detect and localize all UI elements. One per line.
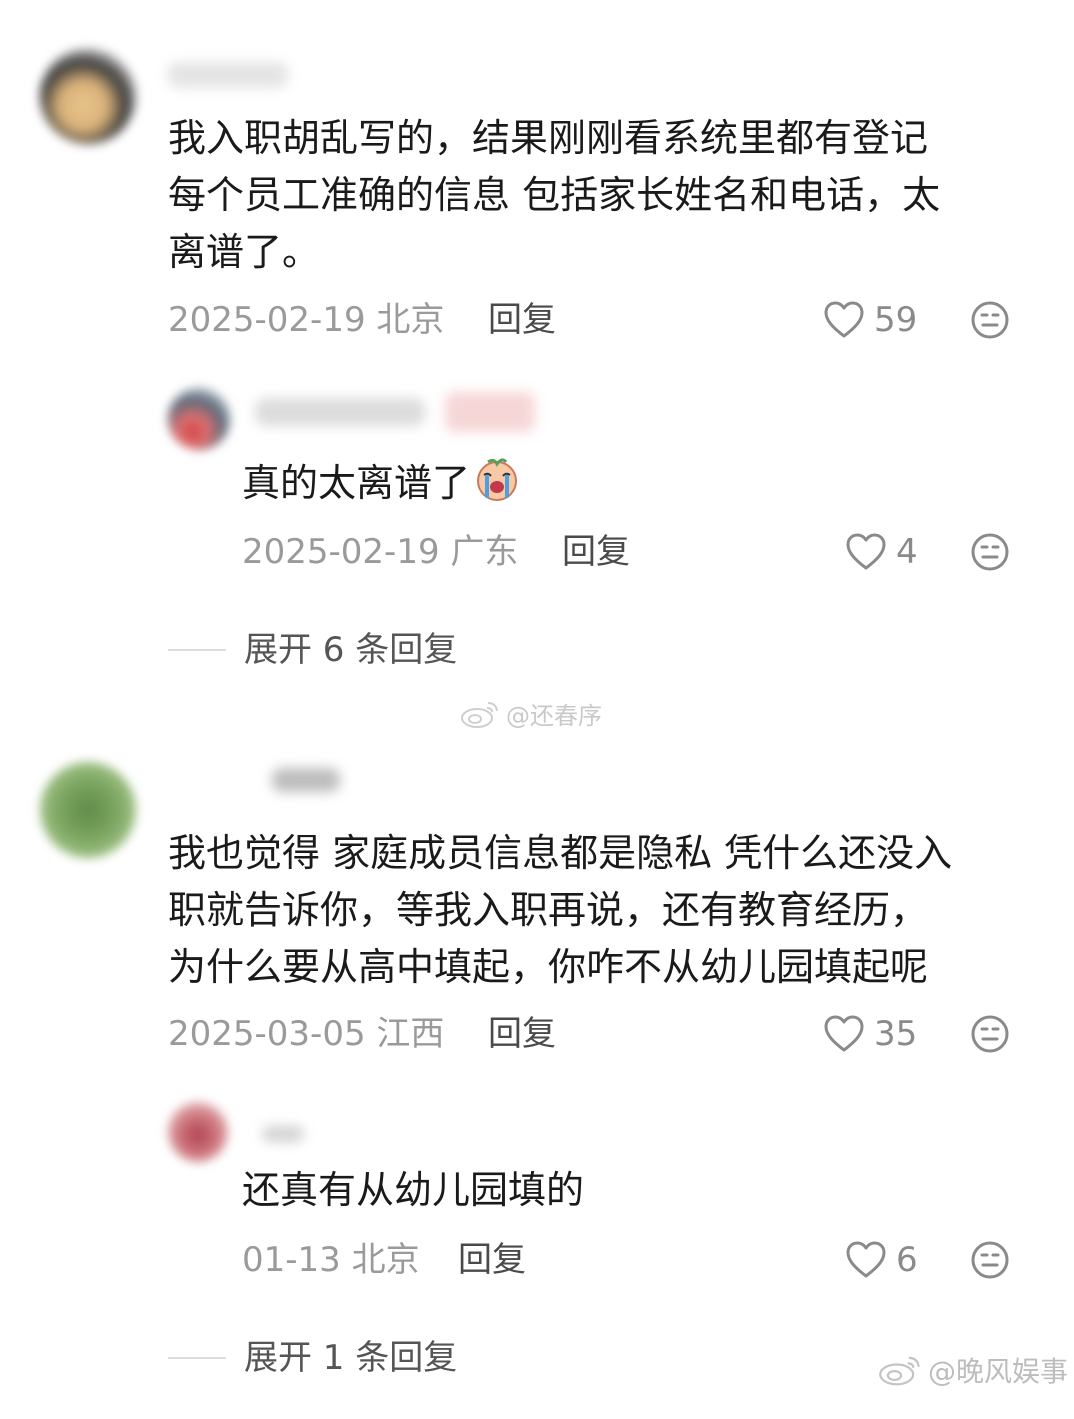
like-button[interactable]: 35 (822, 1012, 917, 1056)
reply-button[interactable]: 回复 (488, 300, 556, 340)
reply-text: 真的太离谱了 (242, 455, 520, 512)
crying-face-icon (477, 458, 518, 501)
like-count: 4 (896, 532, 918, 572)
watermark-text: @还春序 (506, 702, 602, 730)
comment-location: 江西 (376, 1014, 445, 1054)
reply-location: 广东 (450, 532, 519, 572)
like-count: 35 (874, 1014, 918, 1054)
watermark: @还春序 (460, 696, 602, 731)
weibo-logo-icon (879, 1356, 920, 1386)
comment-text-line: 我也觉得 家庭成员信息都是隐私 凭什么还没入 (168, 831, 953, 875)
reply-text: 还真有从幼儿园填的 (242, 1168, 585, 1212)
heart-icon (824, 1015, 864, 1052)
reply-meta: 01-13 北京 (242, 1240, 420, 1280)
reply-location: 北京 (351, 1240, 420, 1280)
dislike-icon[interactable] (970, 1240, 1010, 1280)
username[interactable] (168, 62, 288, 88)
dislike-icon[interactable] (970, 532, 1010, 572)
comment-text-line: 离谱了。 (168, 230, 321, 274)
heart-icon (824, 301, 864, 338)
dislike-icon[interactable] (970, 300, 1010, 340)
username[interactable] (255, 398, 425, 426)
avatar[interactable] (168, 388, 230, 450)
reply-meta: 2025-02-19 广东 (242, 532, 518, 572)
comment-meta: 2025-03-05 江西 (168, 1014, 444, 1054)
divider (168, 1357, 226, 1359)
like-button[interactable]: 6 (844, 1238, 918, 1282)
watermark: @晚风娱事 (878, 1350, 1068, 1390)
username[interactable] (262, 1126, 304, 1142)
comment-meta: 2025-02-19 北京 (168, 300, 444, 340)
user-badge (445, 392, 535, 432)
username[interactable] (272, 768, 340, 792)
comment-date: 2025-03-05 (168, 1014, 366, 1054)
weibo-logo-icon (461, 701, 498, 728)
expand-replies-label: 展开 1 条回复 (244, 1338, 458, 1378)
reply-date: 2025-02-19 (242, 532, 440, 572)
comment-text-line: 每个员工准确的信息 包括家长姓名和电话，太 (168, 173, 941, 217)
reply-button[interactable]: 回复 (562, 532, 630, 572)
avatar[interactable] (168, 1102, 228, 1162)
avatar[interactable] (40, 48, 136, 144)
reply-button[interactable]: 回复 (488, 1014, 556, 1054)
heart-icon (846, 533, 886, 570)
divider (168, 649, 226, 651)
comment-text-line: 为什么要从高中填起，你咋不从幼儿园填起呢 (168, 945, 929, 989)
like-count: 59 (874, 300, 918, 340)
like-button[interactable]: 59 (822, 298, 917, 342)
comment-date: 2025-02-19 (168, 300, 366, 340)
expand-replies-label: 展开 6 条回复 (244, 630, 458, 670)
watermark-text: @晚风娱事 (928, 1355, 1069, 1388)
dislike-icon[interactable] (970, 1014, 1010, 1054)
expand-replies-button[interactable]: 展开 6 条回复 (168, 630, 457, 670)
like-count: 6 (896, 1240, 918, 1280)
reply-button[interactable]: 回复 (458, 1240, 526, 1280)
avatar[interactable] (40, 762, 136, 858)
comment-location: 北京 (376, 300, 445, 340)
like-button[interactable]: 4 (844, 530, 918, 574)
heart-icon (846, 1241, 886, 1278)
expand-replies-button[interactable]: 展开 1 条回复 (168, 1338, 457, 1378)
comment-text-line: 职就告诉你，等我入职再说，还有教育经历， (168, 888, 929, 932)
reply-date: 01-13 (242, 1240, 341, 1280)
comment-text-line: 我入职胡乱写的，结果刚刚看系统里都有登记 (168, 116, 929, 160)
